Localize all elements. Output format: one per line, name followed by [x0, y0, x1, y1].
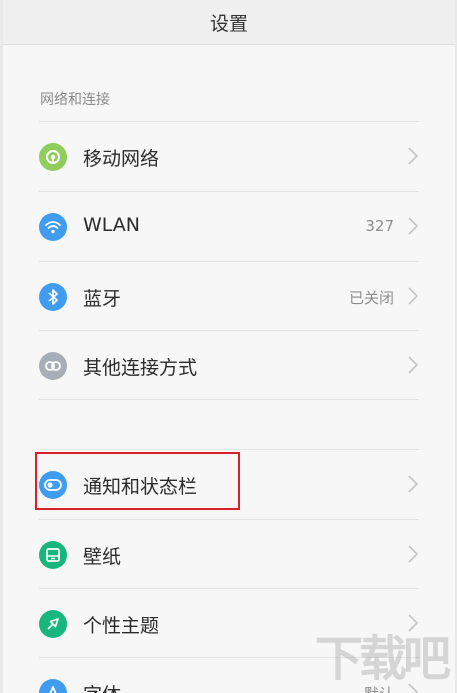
section-header-network: 网络和连接 — [40, 92, 110, 108]
theme-brush-icon — [39, 610, 67, 638]
chevron-right-icon — [408, 356, 419, 374]
settings-item-label: 其他连接方式 — [83, 357, 198, 379]
bluetooth-icon — [39, 283, 67, 311]
font-icon — [39, 679, 67, 693]
settings-screen: 设置 网络和连接 移动网络 WLAN 327 蓝牙 已关闭 其他连接方式 通知和… — [3, 0, 455, 693]
wallpaper-icon — [39, 541, 67, 569]
settings-item-label: 蓝牙 — [83, 288, 122, 310]
settings-item-bluetooth[interactable]: 蓝牙 已关闭 — [3, 262, 455, 331]
wifi-icon — [39, 213, 67, 241]
settings-item-wlan[interactable]: WLAN 327 — [3, 192, 455, 261]
settings-item-wallpaper[interactable]: 壁纸 — [3, 520, 455, 589]
page-title: 设置 — [209, 12, 248, 35]
chevron-right-icon — [408, 545, 419, 563]
watermark-logo: 下载吧 — [314, 631, 451, 687]
chevron-right-icon — [408, 287, 419, 305]
chevron-right-icon — [408, 147, 419, 165]
settings-item-mobile-network[interactable]: 移动网络 — [3, 122, 455, 191]
link-icon — [39, 352, 67, 380]
mobile-network-icon — [39, 143, 67, 171]
chevron-right-icon — [408, 217, 419, 235]
chevron-right-icon — [408, 475, 419, 493]
settings-item-other-connections[interactable]: 其他连接方式 — [3, 331, 455, 400]
highlight-box — [35, 452, 240, 510]
wlan-count: 327 — [365, 217, 394, 235]
divider — [39, 399, 419, 400]
settings-item-label: 移动网络 — [83, 148, 160, 170]
bluetooth-status: 已关闭 — [348, 289, 394, 307]
settings-item-label: WLAN — [83, 214, 141, 236]
settings-item-label: 字体 — [83, 680, 121, 693]
settings-item-label: 个性主题 — [83, 615, 160, 637]
title-bar: 设置 — [3, 0, 455, 45]
settings-item-label: 壁纸 — [83, 546, 122, 568]
